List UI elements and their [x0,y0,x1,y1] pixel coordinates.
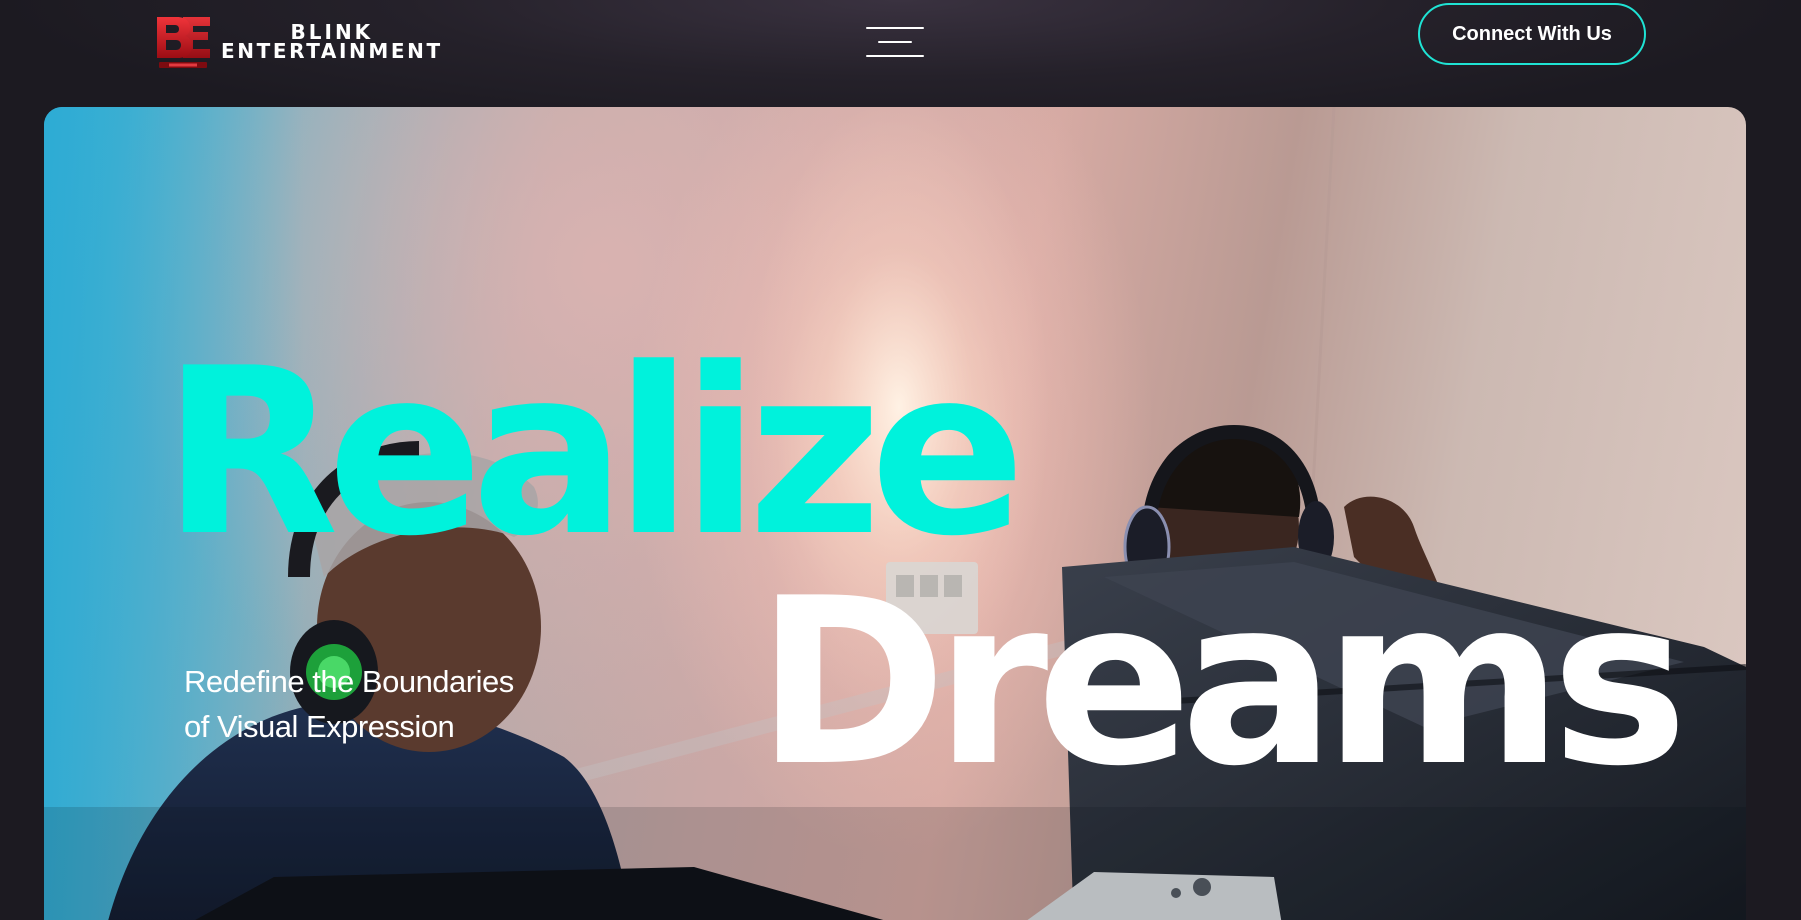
site-header: BLINK ENTERTAINMENT Connect With Us [0,0,1801,96]
menu-line-top [866,27,924,29]
menu-line-middle [878,41,912,43]
blink-logo-icon [153,13,213,71]
hero-subtitle-line-2: of Visual Expression [184,709,455,744]
menu-line-bottom [866,55,924,57]
hamburger-menu-icon[interactable] [864,24,928,60]
connect-with-us-button[interactable]: Connect With Us [1418,3,1646,65]
hero-banner: Realize Dreams Redefine the Boundaries o… [44,107,1746,920]
logo-line-entertainment: ENTERTAINMENT [221,39,443,63]
brand-logo-link[interactable]: BLINK ENTERTAINMENT [153,12,443,72]
page: BLINK ENTERTAINMENT Connect With Us Real… [0,0,1801,920]
hero-subtitle-line-1: Redefine the Boundaries [184,664,514,699]
hero-title-realize: Realize [162,320,1026,587]
hero-title-dreams: Dreams [756,550,1688,817]
hero-subtitle: Redefine the Boundaries of Visual Expres… [184,659,604,749]
logo-wordmark: BLINK ENTERTAINMENT [221,22,443,63]
